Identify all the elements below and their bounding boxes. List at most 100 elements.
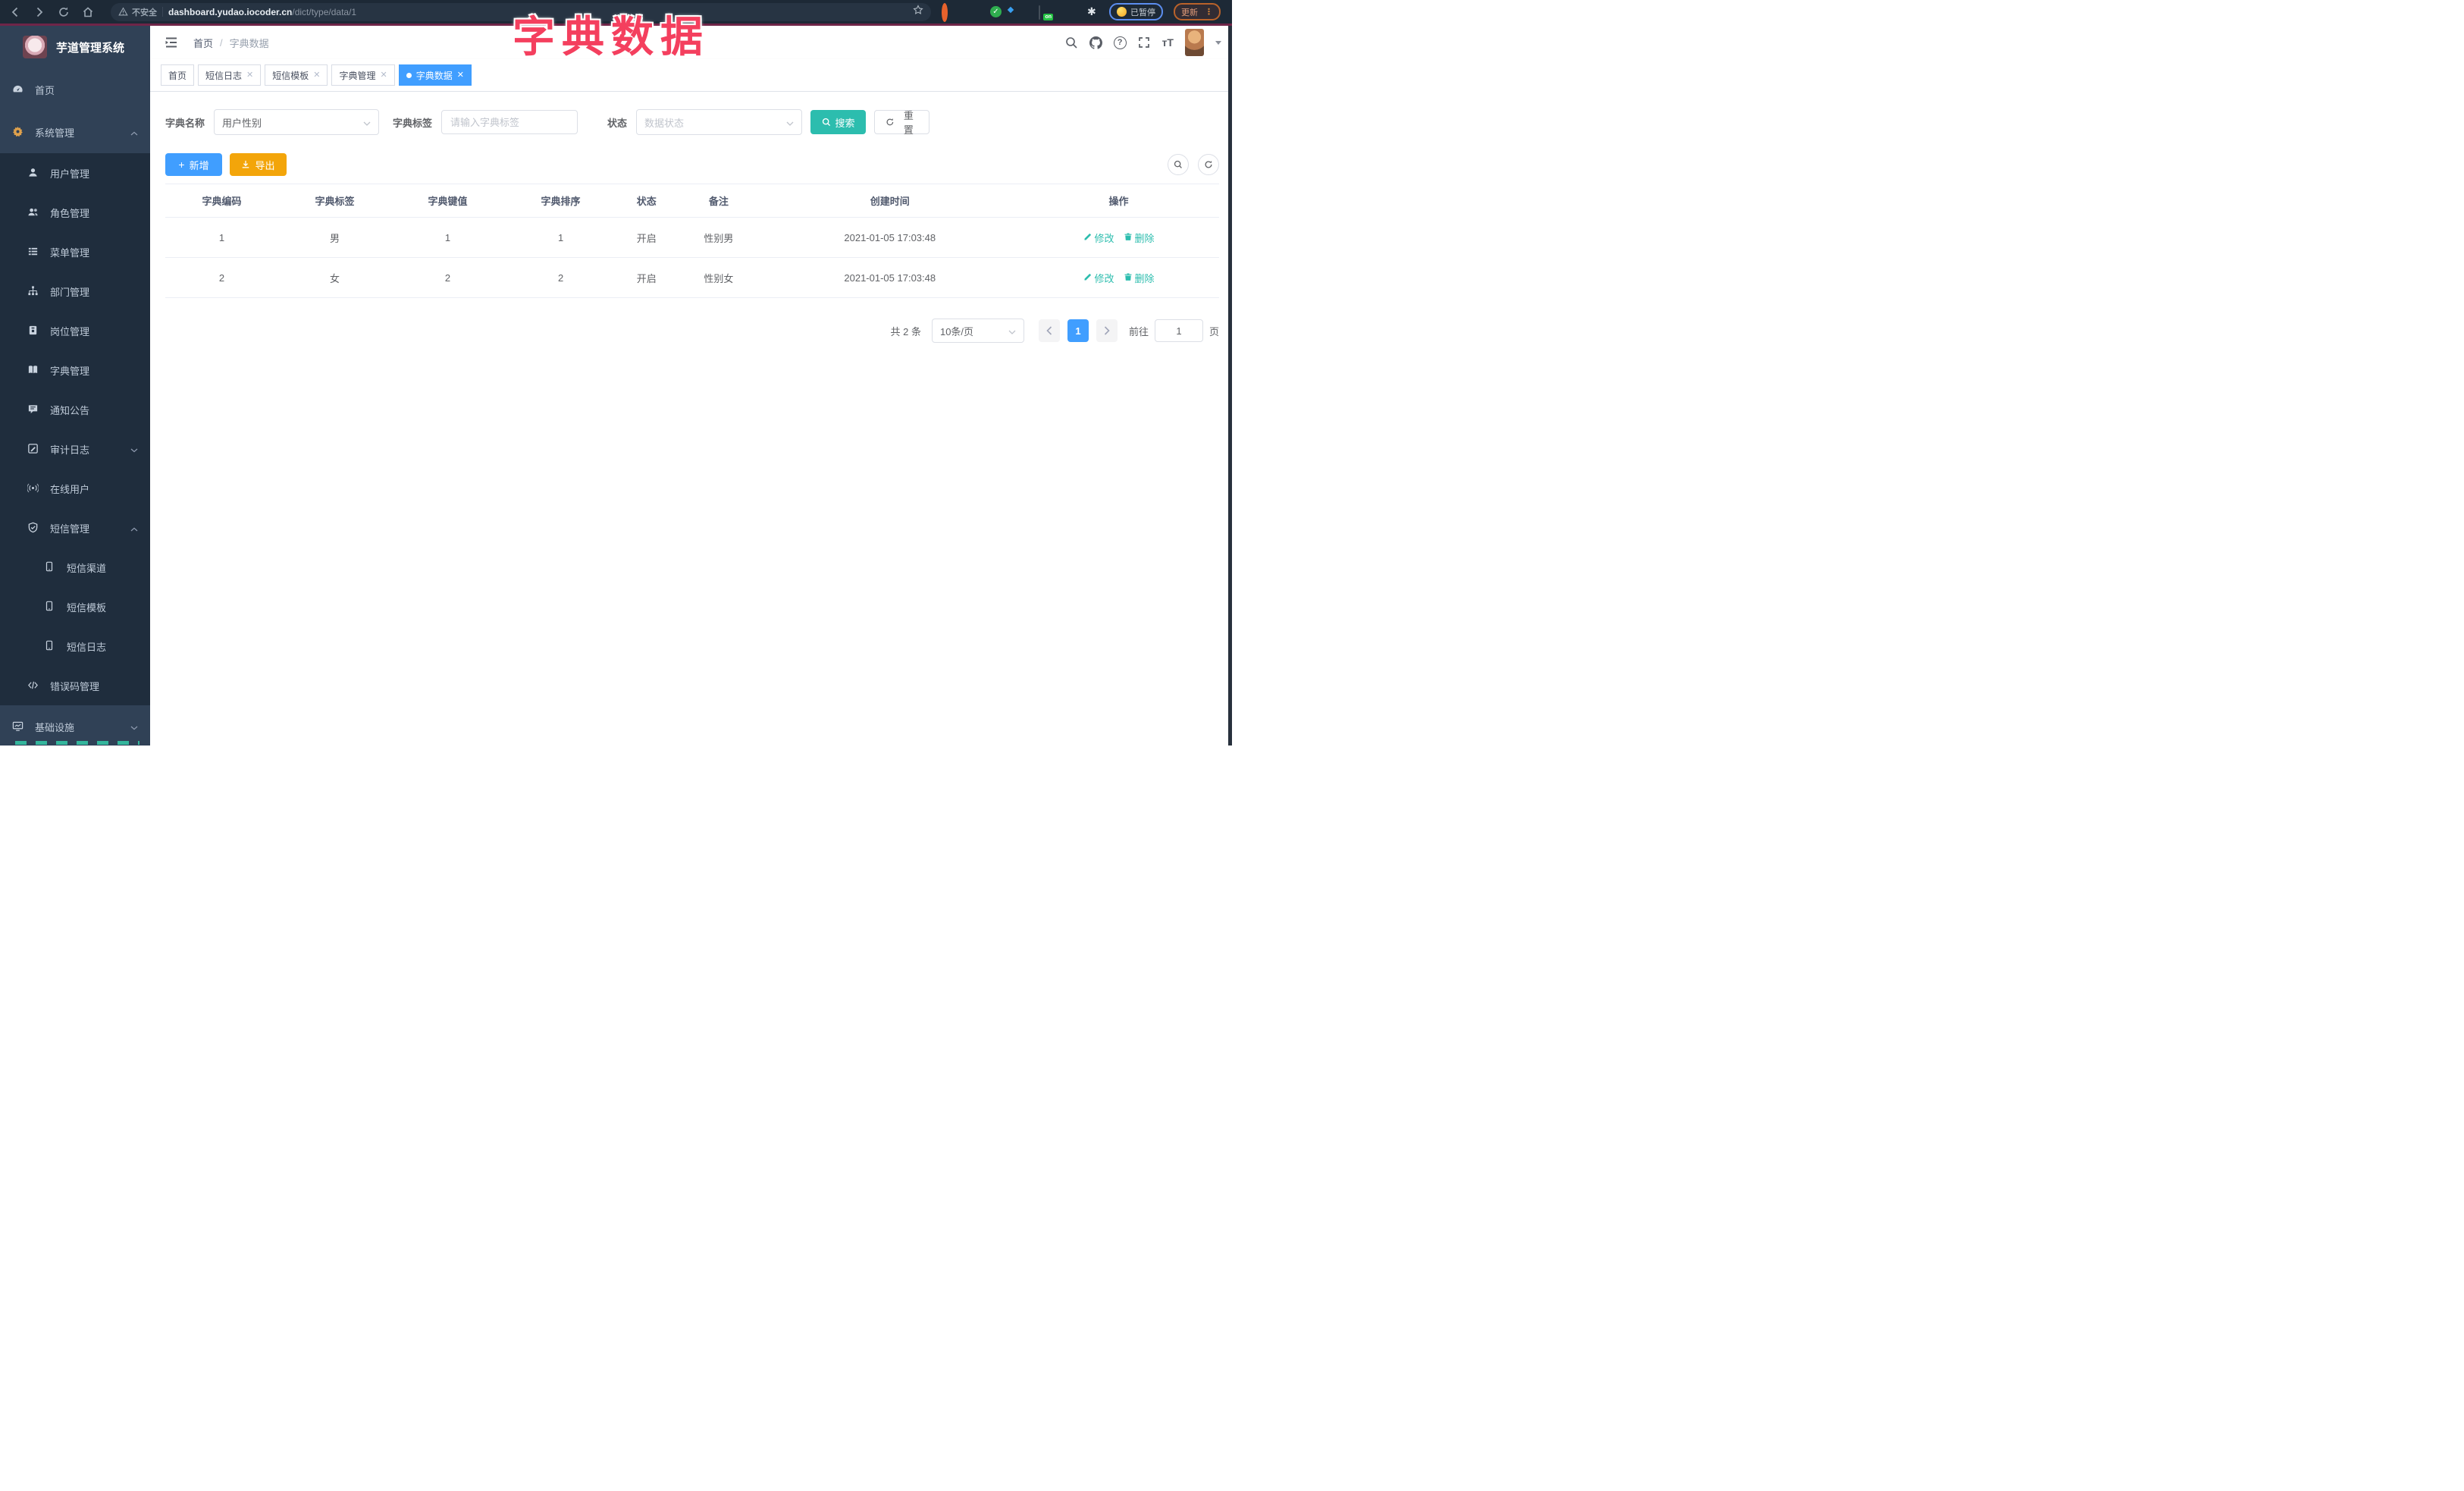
- sidebar-item-错误码管理[interactable]: 错误码管理: [0, 666, 150, 705]
- cell-remark: 性别女: [676, 257, 762, 298]
- goto-page-input[interactable]: [1154, 319, 1203, 342]
- url-text[interactable]: dashboard.yudao.iocoder.cn/dict/type/dat…: [168, 7, 356, 17]
- cell-remark: 性别男: [676, 217, 762, 258]
- table-row[interactable]: 1 男 1 1 开启 性别男 2021-01-05 17:03:48 修改 删除: [165, 217, 1219, 258]
- fullscreen-icon[interactable]: [1138, 36, 1151, 49]
- prev-page-button[interactable]: [1038, 319, 1060, 342]
- sidebar-item-基础设施[interactable]: 基础设施: [0, 705, 150, 746]
- sidebar-item-label: 系统管理: [35, 127, 75, 139]
- font-size-icon[interactable]: ᴛT: [1162, 36, 1174, 49]
- avatar-caret-icon[interactable]: [1215, 40, 1221, 45]
- tab-字典管理[interactable]: 字典管理 ✕: [331, 64, 395, 86]
- goto-label: 前往: [1128, 325, 1149, 337]
- breadcrumb-home[interactable]: 首页: [193, 36, 213, 50]
- current-page[interactable]: 1: [1067, 319, 1089, 342]
- extension-orange-icon[interactable]: [942, 3, 953, 22]
- refresh-table-button[interactable]: [1198, 154, 1219, 175]
- status-select[interactable]: 数据状态: [636, 109, 803, 135]
- sidebar-item-首页[interactable]: 首页: [0, 68, 150, 111]
- extension-bars-icon[interactable]: [1014, 6, 1026, 17]
- browser-update-button[interactable]: 更新 ⋮: [1174, 3, 1221, 20]
- edit-link[interactable]: 修改: [1083, 231, 1114, 245]
- status-label: 状态: [607, 117, 628, 129]
- extension-check-icon[interactable]: ✓: [990, 6, 1002, 17]
- add-button[interactable]: + 新增: [165, 153, 222, 176]
- sidebar-menu: 首页系统管理用户管理角色管理菜单管理 部门管理 岗位管理字典管理通知公告 审计日志在线…: [0, 68, 150, 746]
- sidebar-item-在线用户[interactable]: 在线用户: [0, 469, 150, 508]
- edit-link[interactable]: 修改: [1083, 271, 1114, 285]
- sidebar-item-label: 首页: [35, 84, 55, 96]
- tab-首页[interactable]: 首页: [161, 64, 195, 86]
- browser-menu-icon[interactable]: ⋮: [1205, 7, 1213, 17]
- logo-row[interactable]: 芋道管理系统: [0, 26, 150, 68]
- refresh-icon: [886, 118, 894, 126]
- search-icon[interactable]: [1065, 36, 1078, 49]
- browser-reload-icon[interactable]: [58, 6, 70, 18]
- collapse-menu-icon[interactable]: [164, 36, 178, 49]
- column-header-备注: 备注: [676, 184, 762, 218]
- tab-短信模板[interactable]: 短信模板 ✕: [265, 64, 328, 86]
- bookmark-star-icon[interactable]: [913, 5, 923, 19]
- close-tab-icon[interactable]: ✕: [246, 71, 253, 80]
- browser-home-icon[interactable]: [82, 6, 94, 18]
- sidebar-item-字典管理[interactable]: 字典管理: [0, 350, 150, 390]
- browser-scrollbar[interactable]: [1228, 26, 1232, 746]
- delete-link[interactable]: 删除: [1124, 231, 1155, 245]
- active-tab-dot: [406, 72, 412, 78]
- sidebar-item-审计日志[interactable]: 审计日志: [0, 429, 150, 469]
- total-count: 共 2 条: [890, 325, 921, 337]
- sidebar-item-部门管理[interactable]: 部门管理: [0, 272, 150, 311]
- export-button[interactable]: 导出: [230, 153, 287, 176]
- dict-tag-input[interactable]: [441, 110, 578, 134]
- sidebar-item-通知公告[interactable]: 通知公告: [0, 390, 150, 429]
- tab-字典数据[interactable]: 字典数据 ✕: [398, 64, 472, 86]
- extensions-puzzle-icon[interactable]: ✱: [1087, 6, 1099, 17]
- book-icon: [27, 364, 39, 376]
- github-icon[interactable]: [1089, 36, 1102, 49]
- search-icon: [822, 118, 830, 127]
- toggle-search-button[interactable]: [1168, 154, 1189, 175]
- sidebar-item-label: 角色管理: [50, 207, 90, 219]
- sidebar-item-短信管理[interactable]: 短信管理: [0, 508, 150, 548]
- close-tab-icon[interactable]: ✕: [457, 71, 464, 80]
- browser-forward-icon[interactable]: [33, 6, 45, 18]
- table-row[interactable]: 2 女 2 2 开启 性别女 2021-01-05 17:03:48 修改 删除: [165, 257, 1219, 298]
- extension-leaf-icon[interactable]: [1063, 6, 1074, 17]
- delete-link[interactable]: 删除: [1124, 271, 1155, 285]
- extension-drop-icon[interactable]: [966, 6, 977, 17]
- search-button[interactable]: 搜索: [810, 110, 867, 134]
- sidebar-item-用户管理[interactable]: 用户管理: [0, 153, 150, 193]
- sidebar-item-短信渠道[interactable]: 短信渠道: [0, 548, 150, 587]
- user-avatar[interactable]: [1185, 29, 1204, 56]
- tab-短信日志[interactable]: 短信日志 ✕: [198, 64, 262, 86]
- next-page-button[interactable]: [1096, 319, 1118, 342]
- profile-chip[interactable]: 已暂停: [1109, 3, 1163, 20]
- sidebar-item-菜单管理[interactable]: 菜单管理: [0, 232, 150, 272]
- select-caret-icon: [786, 117, 794, 128]
- extension-on-icon[interactable]: on: [1039, 5, 1053, 20]
- sidebar-item-短信日志[interactable]: 短信日志: [0, 626, 150, 666]
- warning-triangle-icon: [118, 7, 128, 16]
- cell-created: 2021-01-05 17:03:48: [761, 217, 1019, 258]
- sidebar-item-label: 短信日志: [67, 641, 107, 653]
- sidebar-item-label: 短信模板: [67, 601, 107, 614]
- security-warning[interactable]: 不安全: [118, 6, 157, 18]
- sidebar-item-系统管理[interactable]: 系统管理: [0, 111, 150, 153]
- dict-name-select[interactable]: 用户性别: [214, 109, 380, 135]
- page-size-value: 10条/页: [939, 325, 974, 337]
- help-icon[interactable]: ?: [1113, 36, 1127, 49]
- app-logo: [23, 36, 47, 58]
- sidebar-item-label: 字典管理: [50, 365, 90, 377]
- sidebar-item-岗位管理[interactable]: 岗位管理: [0, 311, 150, 350]
- page-size-select[interactable]: 10条/页: [931, 319, 1024, 343]
- message-icon: [27, 403, 39, 416]
- sidebar-item-角色管理[interactable]: 角色管理: [0, 193, 150, 232]
- browser-back-icon[interactable]: [9, 6, 21, 18]
- close-tab-icon[interactable]: ✕: [313, 71, 320, 80]
- close-tab-icon[interactable]: ✕: [381, 71, 387, 80]
- sidebar-item-短信模板[interactable]: 短信模板: [0, 587, 150, 626]
- reset-button[interactable]: 重置: [874, 110, 930, 136]
- cell-status: 开启: [617, 257, 676, 298]
- sidebar-item-label: 在线用户: [50, 483, 90, 495]
- address-divider: [162, 7, 163, 17]
